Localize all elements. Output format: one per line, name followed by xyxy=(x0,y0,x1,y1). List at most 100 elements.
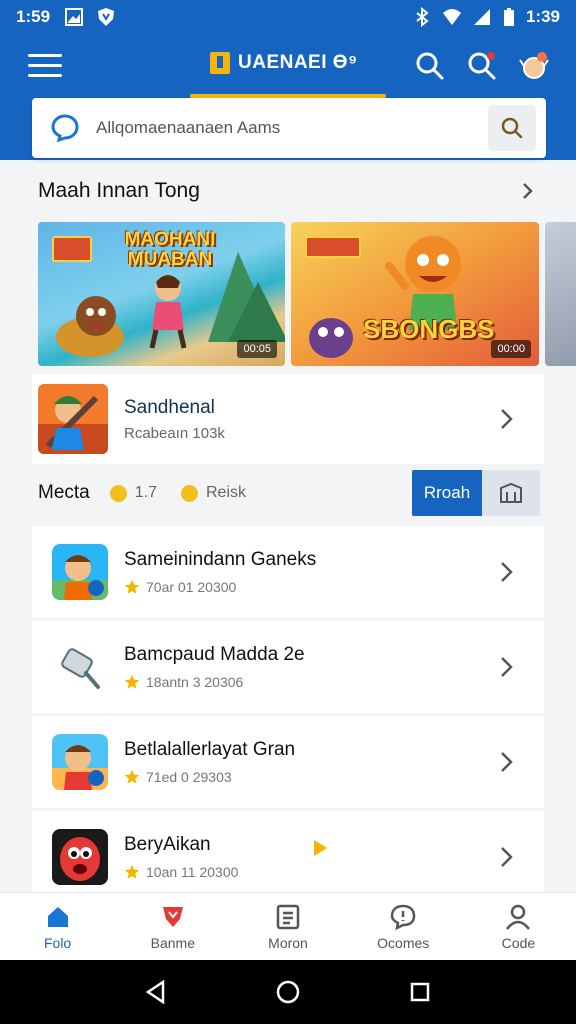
search-bar[interactable] xyxy=(32,98,546,158)
image-icon xyxy=(65,8,84,26)
back-icon[interactable] xyxy=(143,979,169,1005)
menu-icon-line xyxy=(28,74,62,77)
menu-button[interactable] xyxy=(28,54,62,80)
search-icon xyxy=(501,117,523,139)
nav-label: Code xyxy=(501,934,536,951)
game-text: Sameinindann Ganeks 70ar 01 20300 xyxy=(124,549,316,595)
search-submit-button[interactable] xyxy=(488,105,536,151)
status-bar: 1:59 1:39 xyxy=(0,0,576,34)
chevron-right-icon[interactable] xyxy=(498,560,516,584)
shield-icon xyxy=(162,906,183,927)
game-icon xyxy=(52,829,108,885)
banner-badge xyxy=(305,236,361,258)
banner-title: SBONGBS xyxy=(363,314,495,344)
warrior-app-icon xyxy=(38,384,108,454)
app-thumbnail xyxy=(38,384,108,454)
game-text: BeryAikan 10an 11 20300 xyxy=(124,834,238,880)
game-list: Sameinindann Ganeks 70ar 01 20300 Bamcpa… xyxy=(32,526,544,906)
banner-badge xyxy=(52,236,92,262)
profile-icon[interactable] xyxy=(518,50,550,82)
brand[interactable]: UAENAEI ϴ⁹ xyxy=(210,52,358,74)
featured-app-card[interactable]: Sandhenal Rcabeaın 103k xyxy=(32,374,544,464)
chevron-right-icon[interactable] xyxy=(498,750,516,774)
battery-icon xyxy=(503,8,514,26)
nav-item-list[interactable]: Moron xyxy=(230,893,345,960)
game-title: Bamcpaud Madda 2e xyxy=(124,644,305,665)
banner-title: MAOHANI MUABAN xyxy=(124,229,216,270)
game-icon xyxy=(52,734,108,790)
search-input[interactable] xyxy=(96,118,488,138)
nav-label: Moron xyxy=(268,934,308,951)
featured-banner[interactable]: SBONGBS 00:00 xyxy=(291,222,539,366)
game-text: Bamcpaud Madda 2e 18antn 3 20306 xyxy=(124,644,305,690)
chat-bubble-icon xyxy=(51,114,79,143)
coin-icon xyxy=(109,484,127,502)
nav-label: Banme xyxy=(150,934,195,951)
featured-banner-partial[interactable] xyxy=(545,222,576,366)
notification-search-icon[interactable] xyxy=(466,50,498,82)
recents-icon[interactable] xyxy=(407,979,433,1005)
game-meta: 18antn 3 20306 xyxy=(124,674,305,690)
signal-icon xyxy=(473,9,490,25)
view-toggle: Rroah xyxy=(412,470,540,516)
monster-game-icon xyxy=(52,829,108,885)
game-icon xyxy=(52,639,108,695)
game-meta-text: 10an 11 20300 xyxy=(146,864,239,880)
system-navigation-bar xyxy=(0,960,576,1024)
secondary-filter-label: Reisk xyxy=(206,484,247,501)
game-title: BeryAikan xyxy=(124,834,211,855)
star-icon xyxy=(124,769,140,784)
character-bear-illustration xyxy=(56,296,124,357)
monster-illustration xyxy=(309,318,353,358)
featured-carousel[interactable]: MAOHANI MUABAN 00:05 SBONGBS 00:00 xyxy=(38,222,576,366)
banner-duration: 00:05 xyxy=(237,340,277,358)
wifi-icon xyxy=(442,9,461,25)
character-girl-illustration xyxy=(149,275,187,349)
banner-duration: 00:00 xyxy=(491,340,531,358)
coin-icon xyxy=(181,484,198,502)
game-list-item[interactable]: Sameinindann Ganeks 70ar 01 20300 xyxy=(32,526,544,618)
game-list-item[interactable]: Bamcpaud Madda 2e 18antn 3 20306 xyxy=(32,621,544,713)
menu-icon-line xyxy=(28,54,62,57)
game-list-item[interactable]: Betlalallerlayat Gran 71ed 0 29303 xyxy=(32,716,544,808)
adventure-game-icon xyxy=(52,544,108,600)
game-meta: 71ed 0 29303 xyxy=(124,769,295,785)
chevron-right-icon[interactable] xyxy=(498,845,516,869)
filter-row: Mecta 1.7 Reisk Rroah xyxy=(38,470,540,516)
game-meta: 10an 11 20300 xyxy=(124,864,238,880)
game-list-item[interactable]: BeryAikan 10an 11 20300 xyxy=(32,811,544,903)
nav-label: Folo xyxy=(43,934,72,951)
bottom-navigation: Folo Banme Moron Ocomes Code xyxy=(0,892,576,960)
nav-item-profile[interactable]: Code xyxy=(461,893,576,960)
game-icon xyxy=(52,544,108,600)
nav-item-games[interactable]: Banme xyxy=(115,893,230,960)
featured-section-title: Maah Innan Tong xyxy=(38,179,200,202)
grid-view-button[interactable] xyxy=(482,470,540,516)
secondary-filter[interactable]: Reisk xyxy=(181,484,246,502)
rating-filter[interactable]: 1.7 xyxy=(109,484,157,502)
game-meta-text: 18antn 3 20306 xyxy=(146,674,244,690)
app-bar: UAENAEI ϴ⁹ xyxy=(0,34,576,160)
chevron-right-icon[interactable] xyxy=(498,655,516,679)
home-circle-icon[interactable] xyxy=(275,979,301,1005)
menu-icon-line xyxy=(28,64,62,67)
featured-section-header[interactable]: Maah Innan Tong xyxy=(38,176,538,206)
search-icon[interactable] xyxy=(414,50,446,82)
chevron-right-icon[interactable] xyxy=(518,181,538,201)
brand-logo-icon xyxy=(210,52,230,74)
building-icon xyxy=(500,482,522,503)
game-meta-text: 70ar 01 20300 xyxy=(146,579,237,595)
filter-label: Mecta xyxy=(38,482,90,503)
game-text: Betlalallerlayat Gran 71ed 0 29303 xyxy=(124,739,295,785)
status-time-right: 1:39 xyxy=(525,7,560,26)
chevron-right-icon[interactable] xyxy=(498,407,516,431)
nav-item-community[interactable]: Ocomes xyxy=(346,893,461,960)
nav-item-home[interactable]: Folo xyxy=(0,893,115,960)
game-meta-text: 71ed 0 29303 xyxy=(146,769,232,785)
game-title: Betlalallerlayat Gran xyxy=(124,739,296,760)
featured-banner[interactable]: MAOHANI MUABAN 00:05 xyxy=(38,222,285,366)
view-toggle-active-button[interactable]: Rroah xyxy=(412,470,482,516)
game-meta: 70ar 01 20300 xyxy=(124,579,316,595)
play-icon[interactable] xyxy=(312,839,328,857)
featured-app-text: Sandhenal Rcabeaın 103k xyxy=(124,397,225,442)
